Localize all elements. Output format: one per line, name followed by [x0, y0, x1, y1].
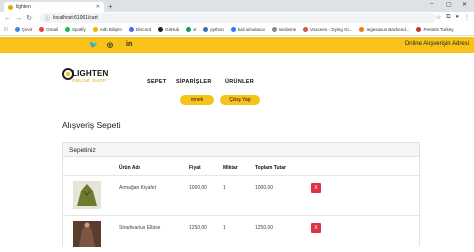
column-header-quantity: Miktar	[223, 165, 238, 171]
nav-item-orders[interactable]: SİPARİŞLER	[176, 79, 212, 85]
row-product-name: Stradivarius Elbise	[119, 225, 161, 231]
product-thumbnail	[73, 221, 101, 247]
bookmark-item[interactable]: GitHub	[158, 27, 179, 32]
logo-brand: LIGHTEN	[72, 69, 109, 78]
site-logo[interactable]: LIGHTEN ONLINE SHOP	[62, 68, 122, 88]
remove-item-button[interactable]: X	[311, 223, 321, 233]
bookmark-label: seslisme	[278, 27, 297, 32]
twitter-icon[interactable]: 🐦	[89, 41, 98, 49]
apps-grid-icon[interactable]: ⁞⁞⁞	[4, 27, 8, 32]
menu-icon[interactable]: ⋮	[464, 14, 470, 21]
bookmark-label: Çevir	[21, 27, 33, 32]
bookmark-label: Discord	[135, 27, 152, 32]
page-title: Alışveriş Sepeti	[62, 120, 121, 130]
bookmark-item[interactable]: Pentest Turkey	[416, 27, 453, 32]
site-favicon-icon	[8, 4, 13, 10]
bookmark-item[interactable]: Gmail	[39, 27, 58, 32]
dress-image-icon	[73, 221, 101, 247]
bookmark-label: Spotify	[72, 27, 86, 32]
product-thumbnail	[73, 181, 101, 209]
bookmark-label: Adlı Bilişim	[99, 27, 122, 32]
column-header-price: Fiyat	[189, 165, 201, 171]
forward-arrow-icon[interactable]: →	[15, 15, 22, 22]
star-icon[interactable]: ☆	[436, 14, 441, 21]
bookmarks-bar: ⁞⁞⁞ Çevir Gmail Spotify Adlı Bilişim Discord G…	[0, 24, 474, 36]
close-window-button[interactable]: ✕	[462, 1, 467, 8]
row-divider	[63, 215, 419, 216]
bookmark-favicon-icon	[303, 27, 309, 32]
header-divider	[63, 175, 419, 176]
row-product-name: Armağan Kiyafet	[119, 185, 156, 191]
bookmark-label: Gmail	[46, 27, 59, 32]
row-quantity: 1	[223, 225, 226, 231]
bookmark-item[interactable]: python	[203, 27, 224, 32]
top-strip: 🐦 ◎ in Online Alışverişin Adresi	[0, 37, 474, 53]
profile-icon[interactable]: ●	[455, 14, 459, 21]
bookmark-label: Pentest Turkey	[423, 27, 454, 32]
logout-button[interactable]: Çıkış Yap	[220, 95, 260, 105]
tab-close-icon[interactable]: ✕	[96, 4, 100, 10]
back-arrow-icon[interactable]: ←	[4, 15, 11, 22]
bookmark-item[interactable]: seslisme	[271, 27, 297, 32]
row-total: 1250,00	[255, 225, 274, 231]
bookmark-label: GitHub	[165, 27, 180, 32]
cart-header-title: Sepetiniz	[69, 147, 96, 154]
bookmark-favicon-icon	[186, 27, 192, 32]
browser-tab[interactable]: lighten ✕	[4, 2, 104, 12]
bookmark-item[interactable]: xl	[186, 27, 196, 32]
bookmark-label: xl	[193, 27, 197, 32]
nav-item-products[interactable]: ÜRÜNLER	[225, 79, 254, 85]
bookmark-item[interactable]: Adlı Bilişim	[92, 27, 122, 32]
bookmark-favicon-icon	[14, 27, 20, 32]
bookmark-label: Ingesasus Backend...	[366, 27, 410, 32]
new-tab-button[interactable]: +	[108, 2, 113, 11]
reload-icon[interactable]: ↻	[26, 14, 32, 22]
bookmark-favicon-icon	[359, 27, 365, 32]
bookmark-item[interactable]: kali simulacui	[230, 27, 265, 32]
tab-title: lighten	[16, 4, 31, 10]
bookmark-label: python	[210, 27, 224, 32]
bookmark-label: Voxceen - Dying Gi...	[310, 27, 353, 32]
nav-item-cart[interactable]: SEPET	[147, 79, 167, 85]
bookmark-favicon-icon	[39, 27, 45, 32]
bookmark-label: kali simulacui	[237, 27, 265, 32]
column-header-total: Toplam Tutar	[255, 165, 286, 171]
extensions-icon[interactable]: ⧉	[446, 14, 450, 21]
row-total: 1000,00	[255, 185, 274, 191]
logo-tagline: ONLINE SHOP	[72, 78, 107, 83]
info-icon[interactable]: ⓘ	[45, 15, 50, 22]
url-text: localhost:61061/cart	[53, 15, 98, 21]
bookmark-item[interactable]: Voxceen - Dying Gi...	[303, 27, 352, 32]
bookmark-favicon-icon	[230, 27, 236, 32]
row-price: 1250,00	[189, 225, 208, 231]
maximize-button[interactable]: ▢	[446, 1, 452, 8]
bookmark-favicon-icon	[158, 27, 164, 32]
bookmark-favicon-icon	[128, 27, 134, 32]
dress-image-icon	[73, 181, 101, 209]
bookmark-item[interactable]: Discord	[128, 27, 152, 32]
url-input[interactable]: ⓘ localhost:61061/cart	[40, 13, 436, 23]
bookmark-favicon-icon	[65, 27, 71, 32]
online-shopping-address-link[interactable]: Online Alışverişin Adresi	[405, 41, 469, 47]
row-quantity: 1	[223, 185, 226, 191]
minimize-button[interactable]: –	[430, 1, 433, 7]
cart-card: Sepetiniz Ürün Adı Fiyat Miktar Toplam T…	[62, 142, 420, 247]
cart-header: Sepetiniz	[63, 143, 419, 157]
browser-tab-bar: lighten ✕ + – ▢ ✕	[0, 0, 474, 12]
column-header-product-name: Ürün Adı	[119, 165, 140, 171]
user-button[interactable]: ornek	[180, 95, 214, 105]
bookmark-item[interactable]: Çevir	[14, 27, 33, 32]
address-bar: ← → ↻ ⓘ localhost:61061/cart ☆ ⧉ ● ⋮	[0, 12, 474, 24]
instagram-icon[interactable]: ◎	[107, 41, 113, 49]
bookmark-favicon-icon	[271, 27, 277, 32]
bookmark-item[interactable]: Ingesasus Backend...	[359, 27, 409, 32]
bookmark-favicon-icon	[203, 27, 209, 32]
remove-item-button[interactable]: X	[311, 183, 321, 193]
bookmark-favicon-icon	[92, 27, 98, 32]
bookmark-item[interactable]: Spotify	[65, 27, 86, 32]
bookmark-favicon-icon	[416, 27, 422, 32]
row-price: 1000,00	[189, 185, 208, 191]
linkedin-icon[interactable]: in	[126, 41, 132, 48]
